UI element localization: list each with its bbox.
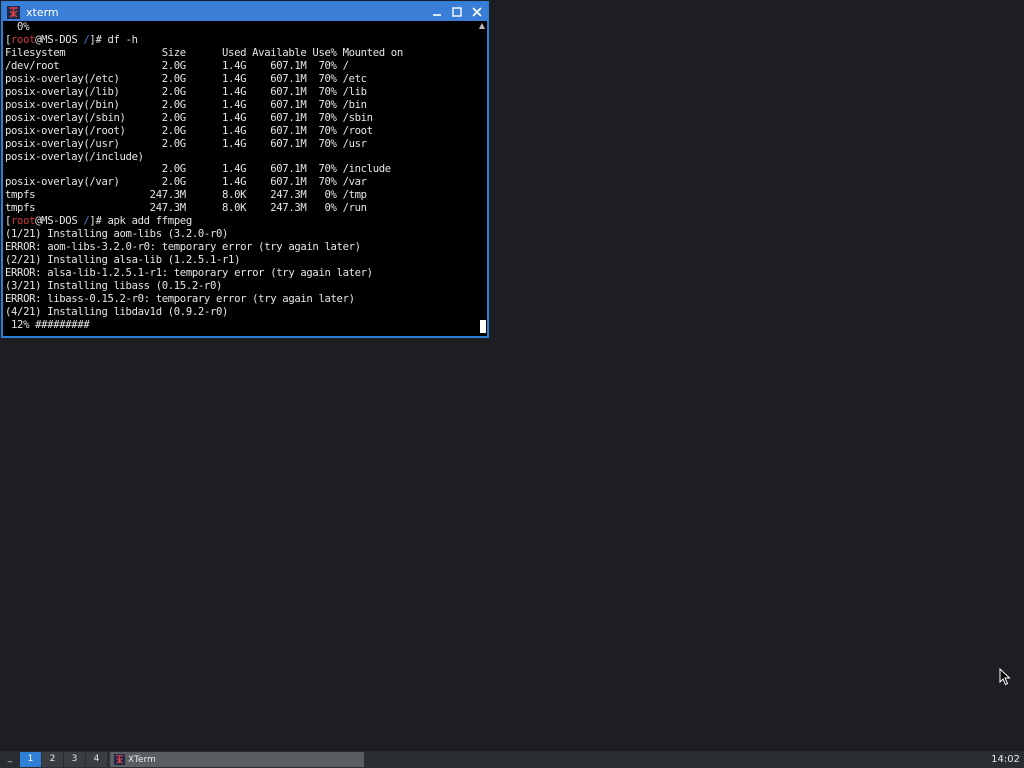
scroll-up-icon[interactable]: ▲ [477,21,487,31]
terminal-line: [root@MS-DOS /]# apk add ffmpeg [5,215,192,227]
terminal-line: (1/21) Installing aom-libs (3.2.0-r0) [5,228,229,241]
taskbar: _ 1 2 3 4 XTerm 14:02 [0,751,1024,768]
taskbar-menu-button[interactable]: _ [0,751,20,768]
prompt-host: @MS-DOS [35,215,84,228]
terminal-line: (4/21) Installing libdav1d (0.9.2-r0) [5,305,229,318]
xterm-window[interactable]: xterm 0% [root@MS-DOS /]# df -h Filesyst… [1,1,489,338]
terminal-line: posix-overlay(/lib) 2.0G 1.4G 607.1M 70%… [5,85,367,98]
close-icon [472,7,482,17]
terminal-line: tmpfs 247.3M 8.0K 247.3M 0% /tmp [5,189,367,202]
prompt-user: root [11,33,36,46]
terminal-line: ERROR: aom-libs-3.2.0-r0: temporary erro… [5,241,361,254]
terminal-line: posix-overlay(/bin) 2.0G 1.4G 607.1M 70%… [5,98,367,111]
close-button[interactable] [467,4,487,20]
minimize-button[interactable] [427,4,447,20]
terminal-line: posix-overlay(/root) 2.0G 1.4G 607.1M 70… [5,124,373,137]
workspace-2-button[interactable]: 2 [42,752,63,767]
terminal-line: (3/21) Installing libass (0.15.2-r0) [5,280,223,293]
terminal-line: tmpfs 247.3M 8.0K 247.3M 0% /run [5,202,367,215]
scrollbar-thumb[interactable] [480,320,486,333]
xterm-task-icon [113,754,125,766]
terminal-line: ERROR: alsa-lib-1.2.5.1-r1: temporary er… [5,267,373,280]
mouse-pointer-icon [999,667,1011,690]
workspace-3-button[interactable]: 3 [64,752,85,767]
terminal-scrollbar[interactable]: ▲ [477,21,487,336]
task-label: XTerm [128,754,156,765]
maximize-icon [452,7,462,17]
prompt-command: ]# df -h [89,33,138,46]
terminal-line: posix-overlay(/usr) 2.0G 1.4G 607.1M 70%… [5,137,367,150]
terminal-line: 2.0G 1.4G 607.1M 70% /include [5,163,391,176]
window-title: xterm [26,5,59,19]
terminal-line: posix-overlay(/etc) 2.0G 1.4G 607.1M 70%… [5,72,367,85]
taskbar-clock: 14:02 [991,754,1020,765]
terminal-line: /dev/root 2.0G 1.4G 607.1M 70% / [5,59,349,72]
workspace-1-button[interactable]: 1 [20,752,41,767]
terminal-output[interactable]: 0% [root@MS-DOS /]# df -h Filesystem Siz… [3,21,477,336]
minimize-icon [433,14,441,16]
terminal-line: posix-overlay(/include) [5,150,144,163]
taskbar-xterm-task[interactable]: XTerm [110,752,364,767]
terminal-line: [root@MS-DOS /]# df -h [5,34,138,46]
terminal-line: (2/21) Installing alsa-lib (1.2.5.1-r1) [5,254,241,267]
terminal-line: ERROR: libass-0.15.2-r0: temporary error… [5,293,355,306]
prompt-host: @MS-DOS [35,33,84,46]
prompt-user: root [11,215,36,228]
maximize-button[interactable] [447,4,467,20]
terminal-line: posix-overlay(/var) 2.0G 1.4G 607.1M 70%… [5,176,367,189]
window-titlebar[interactable]: xterm [3,3,487,21]
workspace-4-button[interactable]: 4 [86,752,107,767]
prompt-command: ]# apk add ffmpeg [89,215,192,228]
xterm-icon[interactable] [6,5,20,19]
terminal-line: Filesystem Size Used Available Use% Moun… [5,46,403,59]
terminal-line: posix-overlay(/sbin) 2.0G 1.4G 607.1M 70… [5,111,373,124]
terminal-text: 0% [root@MS-DOS /]# df -h Filesystem Siz… [5,21,477,332]
terminal-line: 0% [5,21,30,33]
terminal-line: 12% ######### [5,318,90,331]
